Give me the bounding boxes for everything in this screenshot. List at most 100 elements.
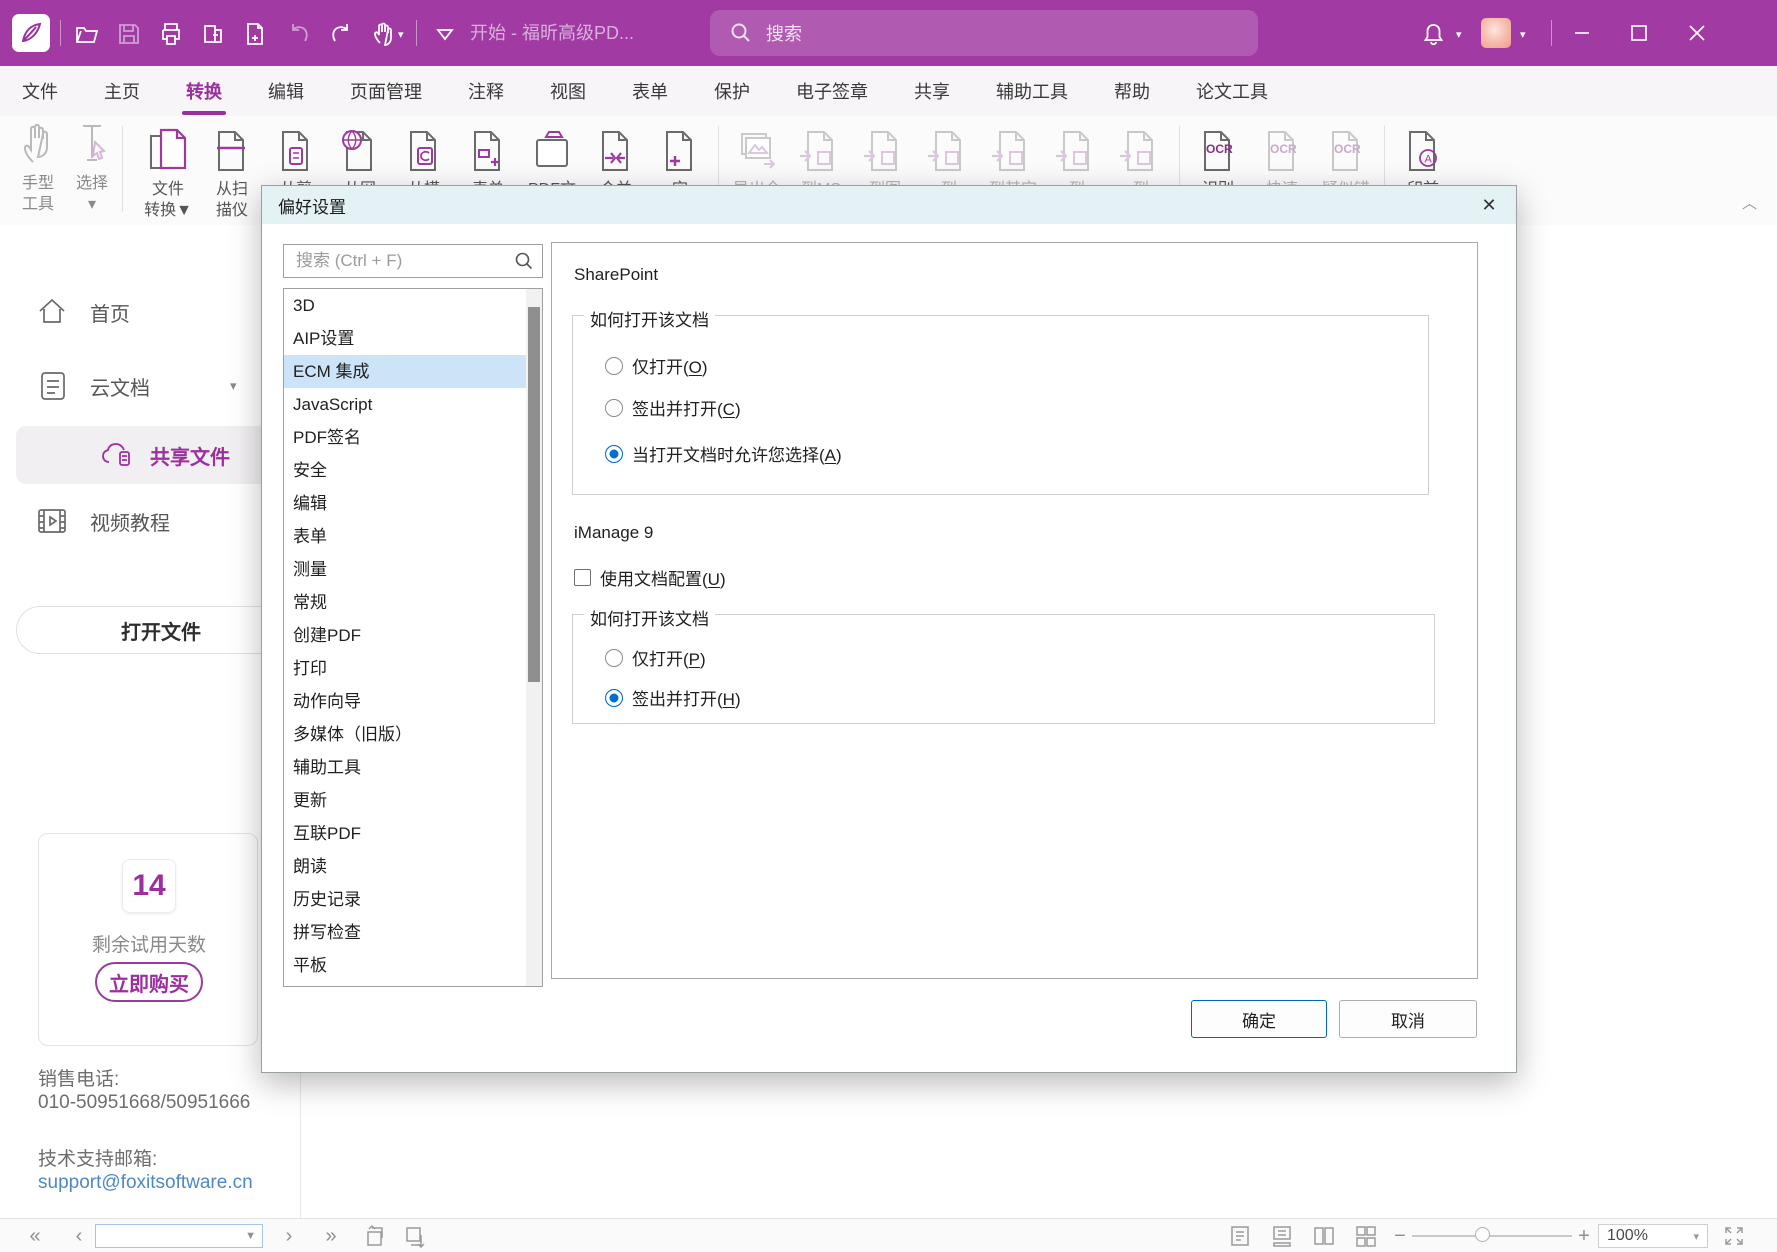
single-page-view-button[interactable]	[1222, 1219, 1258, 1252]
ribbon-tab-0[interactable]: 文件	[22, 78, 58, 104]
category-item-4[interactable]: PDF签名	[284, 421, 542, 454]
category-item-3[interactable]: JavaScript	[284, 388, 542, 421]
checkbox-use-doc-profile[interactable]: 使用文档配置(U)	[574, 565, 726, 590]
redo-icon[interactable]	[324, 17, 358, 51]
sidebar-item-cloud-docs[interactable]: 云文档 ▾	[38, 370, 237, 402]
minimize-button[interactable]	[1559, 0, 1605, 66]
cancel-button[interactable]: 取消	[1339, 1000, 1477, 1038]
ribbon-tab-13[interactable]: 论文工具	[1196, 78, 1268, 104]
category-item-5[interactable]: 安全	[284, 454, 542, 487]
category-item-11[interactable]: 打印	[284, 652, 542, 685]
svg-text:OCR: OCR	[1206, 142, 1233, 156]
page-number-dropdown[interactable]: ▼	[95, 1224, 263, 1248]
support-email-link[interactable]: support@foxitsoftware.cn	[38, 1172, 253, 1194]
zoom-slider-thumb[interactable]	[1475, 1227, 1490, 1242]
facing-continuous-view-button[interactable]	[1348, 1219, 1384, 1252]
hand-tool-button[interactable]: 手型工具	[10, 120, 66, 215]
ribbon-tab-10[interactable]: 共享	[914, 78, 950, 104]
print-icon[interactable]	[154, 17, 188, 51]
maximize-button[interactable]	[1616, 0, 1662, 66]
ribbon-tab-9[interactable]: 电子签章	[796, 78, 868, 104]
foxit-logo-icon[interactable]	[12, 14, 50, 52]
account-caret-icon[interactable]: ▾	[1520, 28, 1526, 41]
category-item-20[interactable]: 平板	[284, 949, 542, 982]
ribbon-tab-12[interactable]: 帮助	[1114, 78, 1150, 104]
ribbon-tab-11[interactable]: 辅助工具	[996, 78, 1068, 104]
buy-now-button[interactable]: 立即购买	[95, 962, 203, 1002]
ribbon-tab-6[interactable]: 视图	[550, 78, 586, 104]
scrollbar-thumb[interactable]	[528, 307, 540, 682]
ribbon-tab-5[interactable]: 注释	[468, 78, 504, 104]
category-item-13[interactable]: 多媒体（旧版）	[284, 718, 542, 751]
new-document-icon[interactable]	[238, 17, 272, 51]
preferences-search-input[interactable]	[294, 250, 504, 272]
toolbar-button-convert-files[interactable]: 文件转换▼	[136, 120, 200, 221]
notifications-caret-icon[interactable]: ▾	[1456, 28, 1462, 41]
dialog-close-icon[interactable]: ✕	[1472, 189, 1506, 221]
facing-view-button[interactable]	[1306, 1219, 1342, 1252]
collapse-ribbon-icon[interactable]: ︿	[1742, 192, 1757, 213]
zoom-slider-track[interactable]	[1412, 1235, 1572, 1237]
sidebar-item-video-tutorials[interactable]: 视频教程	[36, 506, 170, 536]
cloud-docs-caret-icon[interactable]: ▾	[230, 378, 237, 394]
ribbon-tab-1[interactable]: 主页	[104, 78, 140, 104]
ribbon-tab-3[interactable]: 编辑	[268, 78, 304, 104]
document-tab-title[interactable]: 开始 - 福昕高级PD...	[470, 0, 685, 66]
category-item-7[interactable]: 表单	[284, 520, 542, 553]
save-icon[interactable]	[112, 17, 146, 51]
radio-option-checkout-open[interactable]: 签出并打开(C)	[605, 395, 741, 420]
radio-option-ask-on-open[interactable]: 当打开文档时允许您选择(A)	[605, 441, 842, 466]
quick-access-chevron-icon[interactable]	[428, 17, 462, 51]
fullscreen-button[interactable]	[1716, 1219, 1752, 1252]
category-item-16[interactable]: 互联PDF	[284, 817, 542, 850]
dialog-titlebar[interactable]: 偏好设置 ✕	[262, 186, 1516, 224]
radio-option-open-only[interactable]: 仅打开(O)	[605, 353, 708, 378]
ribbon-tab-7[interactable]: 表单	[632, 78, 668, 104]
radio-option-open-only-imanage[interactable]: 仅打开(P)	[605, 645, 706, 670]
category-list-scrollbar[interactable]	[526, 289, 542, 986]
next-view-button[interactable]	[396, 1219, 432, 1252]
radio-option-checkout-open-imanage[interactable]: 签出并打开(H)	[605, 685, 741, 710]
sidebar-item-home[interactable]: 首页	[36, 296, 130, 328]
category-item-2[interactable]: ECM 集成	[284, 355, 542, 388]
category-item-8[interactable]: 测量	[284, 553, 542, 586]
category-item-14[interactable]: 辅助工具	[284, 751, 542, 784]
close-button[interactable]	[1674, 0, 1720, 66]
zoom-level-dropdown[interactable]: 100%▾	[1598, 1224, 1708, 1248]
hand-pointer-icon[interactable]	[366, 17, 400, 51]
preferences-search-field[interactable]	[283, 244, 543, 278]
ribbon-tab-4[interactable]: 页面管理	[350, 78, 422, 104]
category-item-18[interactable]: 历史记录	[284, 883, 542, 916]
last-page-button[interactable]: »	[314, 1219, 348, 1252]
category-item-0[interactable]: 3D	[284, 289, 542, 322]
zoom-in-button[interactable]: +	[1574, 1219, 1594, 1252]
copy-page-icon[interactable]	[196, 17, 230, 51]
statusbar: « ‹ ▼ › » − + 100%▾	[0, 1218, 1777, 1252]
first-page-button[interactable]: «	[18, 1219, 52, 1252]
zoom-out-button[interactable]: −	[1390, 1219, 1410, 1252]
category-item-9[interactable]: 常规	[284, 586, 542, 619]
category-item-1[interactable]: AIP设置	[284, 322, 542, 355]
category-item-6[interactable]: 编辑	[284, 487, 542, 520]
next-page-button[interactable]: ›	[272, 1219, 306, 1252]
category-item-12[interactable]: 动作向导	[284, 685, 542, 718]
previous-page-button[interactable]: ‹	[62, 1219, 96, 1252]
open-folder-icon[interactable]	[70, 17, 104, 51]
previous-view-button[interactable]	[356, 1219, 392, 1252]
undo-icon[interactable]	[282, 17, 316, 51]
select-tool-button[interactable]: 选择▾	[64, 120, 120, 215]
category-item-19[interactable]: 拼写检查	[284, 916, 542, 949]
ribbon-tab-2[interactable]: 转换	[186, 78, 222, 104]
category-item-15[interactable]: 更新	[284, 784, 542, 817]
toolbar-button-from-scanner[interactable]: 从扫描仪	[200, 120, 264, 221]
hand-tool-caret-icon[interactable]: ▾	[398, 28, 404, 41]
category-item-10[interactable]: 创建PDF	[284, 619, 542, 652]
titlebar-separator	[1551, 20, 1552, 46]
global-search-input[interactable]: 搜索	[710, 10, 1258, 56]
ok-button[interactable]: 确定	[1191, 1000, 1327, 1038]
notifications-bell-icon[interactable]	[1416, 17, 1450, 51]
continuous-view-button[interactable]	[1264, 1219, 1300, 1252]
user-avatar[interactable]	[1481, 18, 1511, 48]
category-item-17[interactable]: 朗读	[284, 850, 542, 883]
ribbon-tab-8[interactable]: 保护	[714, 78, 750, 104]
